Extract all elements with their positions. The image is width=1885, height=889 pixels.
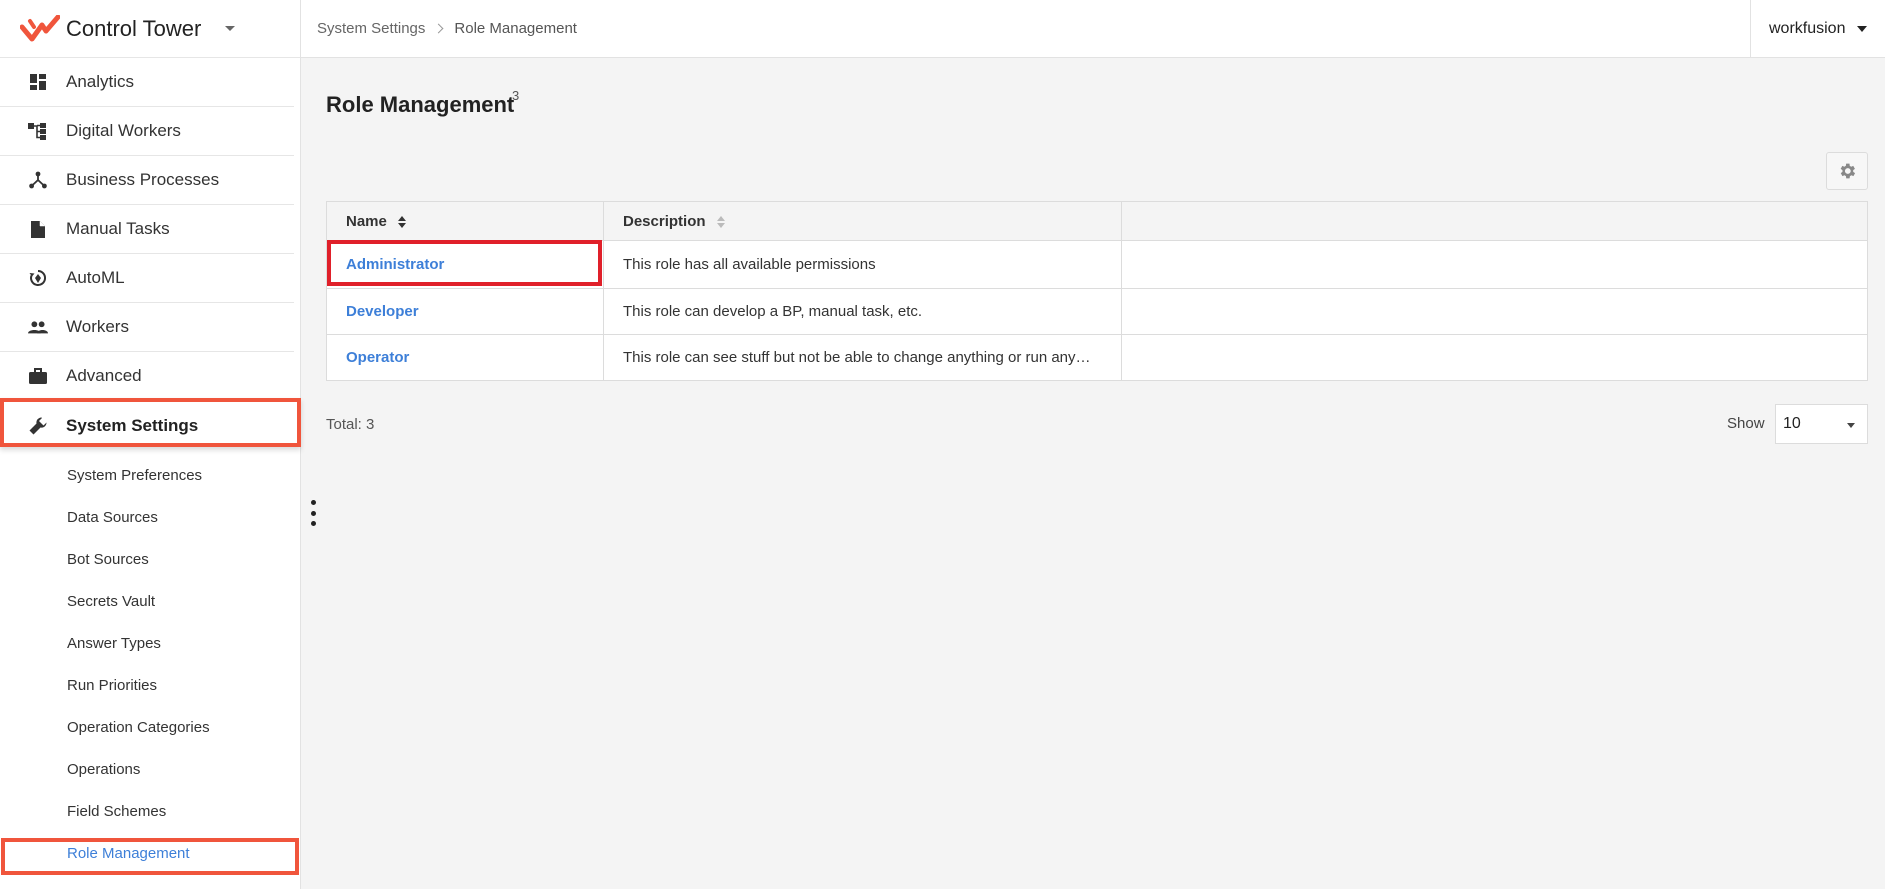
cell-empty [1121,334,1868,381]
sidebar-item-label: Digital Workers [66,121,181,140]
sidebar-item-label: AutoML [66,268,125,287]
table-row: Operator This role can see stuff but not… [326,334,1868,381]
automl-icon [28,268,48,288]
table-row: Developer This role can develop a BP, ma… [326,288,1868,335]
gear-icon [1840,163,1856,179]
chevron-down-icon[interactable] [225,26,236,31]
total-count: Total: 3 [326,416,375,433]
workfusion-logo-icon [20,14,60,41]
breadcrumb-role-management: Role Management [454,20,577,37]
column-header-empty [1121,201,1868,241]
dot-icon [310,500,316,505]
brand-header[interactable]: Control Tower [0,0,300,58]
subnav-item-field-schemes[interactable]: Field Schemes [0,790,300,832]
dot-icon [310,521,316,526]
subnav-item-operations[interactable]: Operations [0,748,300,790]
breadcrumb: System Settings Role Management [301,20,577,37]
cell-empty [1121,288,1868,335]
role-link-developer[interactable]: Developer [346,303,419,320]
user-menu[interactable]: workfusion [1750,0,1885,57]
subnav-item-system-preferences[interactable]: System Preferences [0,454,300,496]
user-name: workfusion [1769,19,1846,37]
column-header-name[interactable]: Name [326,201,604,241]
cell-description: This role can develop a BP, manual task,… [603,288,1122,335]
page-size-select[interactable]: 10 [1775,404,1868,444]
cell-empty [1121,240,1868,289]
dashboard-icon [28,72,48,92]
cell-name: Administrator [326,240,604,289]
chevron-down-icon [1857,25,1868,32]
document-icon [28,219,48,239]
top-header: System Settings Role Management workfusi… [301,0,1885,58]
page-title: Role Management [326,92,515,117]
sidebar-item-label: System Settings [66,415,199,435]
sidebar: Control Tower Analytics Digital Workers … [0,0,301,889]
system-settings-subnav: System Preferences Data Sources Bot Sour… [0,454,300,874]
people-icon [28,317,48,337]
roles-table: Name Description Administrator This role… [326,201,1868,381]
subnav-item-operation-categories[interactable]: Operation Categories [0,706,300,748]
subnav-item-role-management[interactable]: Role Management [0,832,300,874]
hierarchy-icon [28,121,48,141]
cell-name: Operator [326,334,604,381]
table-row: Administrator This role has all availabl… [326,240,1868,289]
breadcrumb-system-settings[interactable]: System Settings [317,20,425,37]
sidebar-item-label: Advanced [66,366,142,385]
sidebar-item-digital-workers[interactable]: Digital Workers [0,107,294,156]
sidebar-item-analytics[interactable]: Analytics [0,58,294,107]
sort-icon [716,215,725,228]
main-nav: Analytics Digital Workers Business Proce… [0,58,300,450]
briefcase-icon [28,366,48,386]
app-title: Control Tower [66,15,202,41]
process-icon [28,170,48,190]
sidebar-item-advanced[interactable]: Advanced [0,352,294,401]
table-settings-button[interactable] [1826,152,1868,190]
sidebar-resize-handle[interactable] [309,500,317,526]
page-size-label: Show [1727,415,1765,432]
subnav-item-bot-sources[interactable]: Bot Sources [0,538,300,580]
sidebar-item-label: Business Processes [66,170,220,189]
subnav-item-data-sources[interactable]: Data Sources [0,496,300,538]
sort-icon [398,215,407,228]
cell-description: This role has all available permissions [603,240,1122,289]
sidebar-item-label: Workers [66,317,129,336]
subnav-item-run-priorities[interactable]: Run Priorities [0,664,300,706]
chevron-down-icon [1847,423,1855,428]
sidebar-item-automl[interactable]: AutoML [0,254,294,303]
subnav-item-secrets-vault[interactable]: Secrets Vault [0,580,300,622]
sidebar-item-business-processes[interactable]: Business Processes [0,156,294,205]
wrench-icon [28,416,48,436]
chevron-right-icon [433,23,444,34]
role-count-badge: 3 [512,88,520,103]
cell-name: Developer [326,288,604,335]
sidebar-item-manual-tasks[interactable]: Manual Tasks [0,205,294,254]
column-header-description[interactable]: Description [603,201,1122,241]
dot-icon [310,510,316,516]
sidebar-item-workers[interactable]: Workers [0,303,294,352]
role-link-administrator[interactable]: Administrator [346,256,444,273]
page-size-value: 10 [1783,415,1801,432]
subnav-item-answer-types[interactable]: Answer Types [0,622,300,664]
role-link-operator[interactable]: Operator [346,349,409,366]
sidebar-item-system-settings[interactable]: System Settings [0,401,294,450]
table-header-row: Name Description [326,201,1868,241]
sidebar-item-label: Manual Tasks [66,219,170,238]
sidebar-item-label: Analytics [66,72,135,91]
cell-description: This role can see stuff but not be able … [603,334,1122,381]
